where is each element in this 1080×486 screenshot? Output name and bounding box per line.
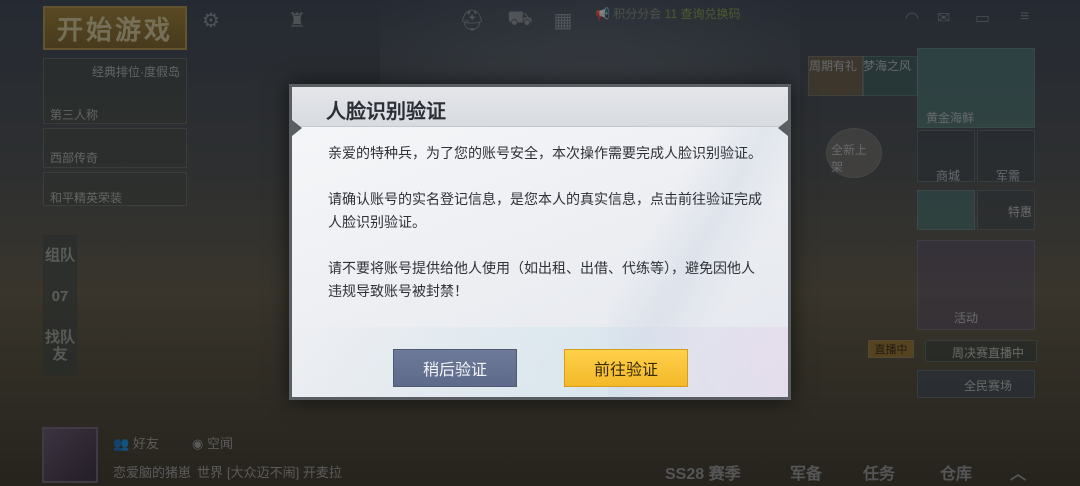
dialog-footer-glow bbox=[292, 327, 788, 397]
dialog-paragraph-3: 请不要将账号提供给他人使用（如出租、出借、代练等），避免因他人违规导致账号被封禁… bbox=[328, 261, 755, 300]
dialog-title: 人脸识别验证 bbox=[326, 99, 446, 123]
dialog-panel: 人脸识别验证 亲爱的特种兵，为了您的账号安全，本次操作需要完成人脸识别验证。 请… bbox=[292, 87, 788, 397]
dialog-paragraph-2: 请确认账号的实名登记信息，是您本人的真实信息，点击前往验证完成人脸识别验证。 bbox=[328, 192, 762, 231]
dialog-title-bar: 人脸识别验证 bbox=[292, 87, 788, 127]
dialog-body: 亲爱的特种兵，为了您的账号安全，本次操作需要完成人脸识别验证。 请确认账号的实名… bbox=[328, 143, 768, 327]
face-verification-dialog: 人脸识别验证 亲爱的特种兵，为了您的账号安全，本次操作需要完成人脸识别验证。 请… bbox=[289, 84, 791, 400]
verify-later-button[interactable]: 稍后验证 bbox=[393, 349, 517, 387]
title-notch-left bbox=[292, 120, 302, 136]
go-verify-button[interactable]: 前往验证 bbox=[564, 349, 688, 387]
title-notch-right bbox=[778, 120, 788, 136]
dialog-paragraph-1: 亲爱的特种兵，为了您的账号安全，本次操作需要完成人脸识别验证。 bbox=[328, 146, 762, 162]
